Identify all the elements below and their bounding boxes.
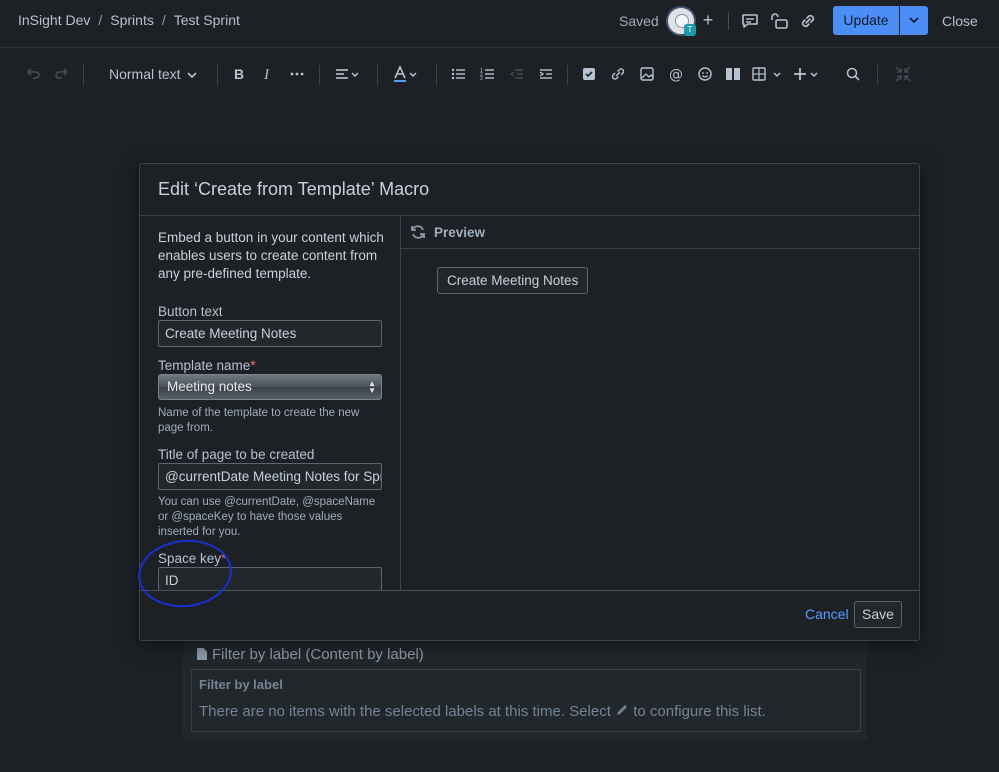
- macro-label: Filter by label: [199, 677, 283, 692]
- button-text-input[interactable]: Create Meeting Notes: [158, 320, 382, 347]
- action-item-icon[interactable]: [581, 64, 597, 84]
- breadcrumb-separator: /: [98, 12, 103, 28]
- bullet-list-icon[interactable]: [451, 64, 467, 84]
- svg-text:I: I: [263, 67, 270, 83]
- divider: [567, 65, 568, 85]
- page-title-input[interactable]: @currentDate Meeting Notes for Spr: [158, 463, 382, 490]
- search-icon[interactable]: [845, 64, 861, 84]
- breadcrumb-item-space[interactable]: InSight Dev: [18, 12, 90, 28]
- macro-description: Embed a button in your content which ena…: [158, 230, 384, 281]
- breadcrumb-separator: /: [161, 12, 166, 28]
- save-status: Saved: [619, 13, 659, 29]
- divider: [83, 65, 84, 85]
- svg-text:B: B: [234, 66, 244, 82]
- pencil-icon: [617, 705, 628, 715]
- redo-icon[interactable]: [53, 64, 71, 84]
- divider: [319, 65, 320, 85]
- chevron-down-icon[interactable]: [186, 64, 198, 84]
- image-icon[interactable]: [639, 64, 655, 84]
- more-formatting-icon[interactable]: [289, 64, 305, 84]
- unlock-icon[interactable]: [768, 10, 790, 32]
- macro-body[interactable]: [191, 669, 861, 732]
- svg-text:3: 3: [480, 76, 483, 82]
- template-name-value: Meeting notes: [167, 379, 252, 394]
- close-button[interactable]: Close: [942, 13, 978, 29]
- preview-label: Preview: [434, 225, 486, 240]
- cancel-button[interactable]: Cancel: [805, 606, 849, 622]
- page-title-label: Title of page to be created: [158, 447, 315, 462]
- preview-header: Preview: [401, 216, 919, 249]
- template-name-help: Name of the template to create the new p…: [158, 407, 360, 434]
- template-name-label: Template name*: [158, 358, 256, 373]
- breadcrumb: InSight Dev / Sprints / Test Sprint: [18, 12, 240, 28]
- breadcrumb-item-sprints[interactable]: Sprints: [110, 12, 154, 28]
- avatar-badge: T: [684, 24, 696, 36]
- table-icon[interactable]: [751, 64, 783, 84]
- preview-panel: Preview Create Meeting Notes: [401, 216, 919, 590]
- macro-title: Filter by label (Content by label): [212, 646, 424, 663]
- comment-icon[interactable]: [739, 10, 761, 32]
- chevron-down-icon: [909, 17, 919, 24]
- page-title-help: You can use @currentDate, @spaceName or …: [158, 496, 376, 538]
- divider: [436, 65, 437, 85]
- mention-icon[interactable]: @: [668, 64, 684, 84]
- link-icon[interactable]: [797, 10, 819, 32]
- link-icon[interactable]: [610, 64, 626, 84]
- preview-create-button[interactable]: Create Meeting Notes: [437, 267, 589, 294]
- divider: [877, 65, 878, 85]
- emoji-icon[interactable]: [697, 64, 713, 84]
- update-button[interactable]: Update: [833, 6, 899, 35]
- insert-icon[interactable]: [792, 64, 822, 84]
- top-bar: InSight Dev / Sprints / Test Sprint Save…: [0, 0, 999, 48]
- divider: [728, 12, 729, 30]
- editor-toolbar: Normal text B I 123 @: [0, 56, 999, 92]
- collapse-icon[interactable]: [893, 64, 913, 84]
- dialog-title: Edit ‘Create from Template’ Macro: [158, 179, 430, 199]
- divider: [140, 590, 919, 591]
- undo-icon[interactable]: [24, 64, 42, 84]
- numbered-list-icon[interactable]: 123: [480, 64, 496, 84]
- bold-icon[interactable]: B: [231, 64, 247, 84]
- select-arrows-icon: ▲ ▼: [368, 379, 376, 395]
- refresh-icon[interactable]: [410, 224, 426, 240]
- macro-edit-dialog: Edit ‘Create from Template’ Macro Embed …: [139, 163, 920, 641]
- italic-icon[interactable]: I: [260, 64, 276, 84]
- divider: [377, 65, 378, 85]
- breadcrumb-item-page[interactable]: Test Sprint: [174, 12, 240, 28]
- svg-text:@: @: [669, 67, 683, 83]
- align-icon[interactable]: [334, 64, 362, 84]
- text-color-icon[interactable]: [392, 64, 420, 84]
- layout-icon[interactable]: [725, 64, 741, 84]
- macro-parameters-panel[interactable]: Embed a button in your content which ena…: [140, 216, 400, 590]
- invite-icon[interactable]: +: [698, 10, 718, 30]
- required-marker: *: [250, 358, 256, 373]
- template-name-select[interactable]: Meeting notes ▲ ▼: [158, 374, 382, 400]
- indent-icon[interactable]: [538, 64, 554, 84]
- empty-message-end: to configure this list.: [633, 703, 766, 720]
- divider: [217, 65, 218, 85]
- update-options-button[interactable]: [900, 6, 928, 35]
- empty-message: There are no items with the selected lab…: [199, 703, 766, 720]
- button-text-label: Button text: [158, 304, 223, 319]
- outdent-icon[interactable]: [509, 64, 525, 84]
- save-button[interactable]: Save: [854, 601, 902, 628]
- template-name-label-text: Template name: [158, 358, 251, 373]
- empty-message-text: There are no items with the selected lab…: [199, 703, 611, 720]
- text-style-dropdown[interactable]: Normal text: [109, 66, 181, 82]
